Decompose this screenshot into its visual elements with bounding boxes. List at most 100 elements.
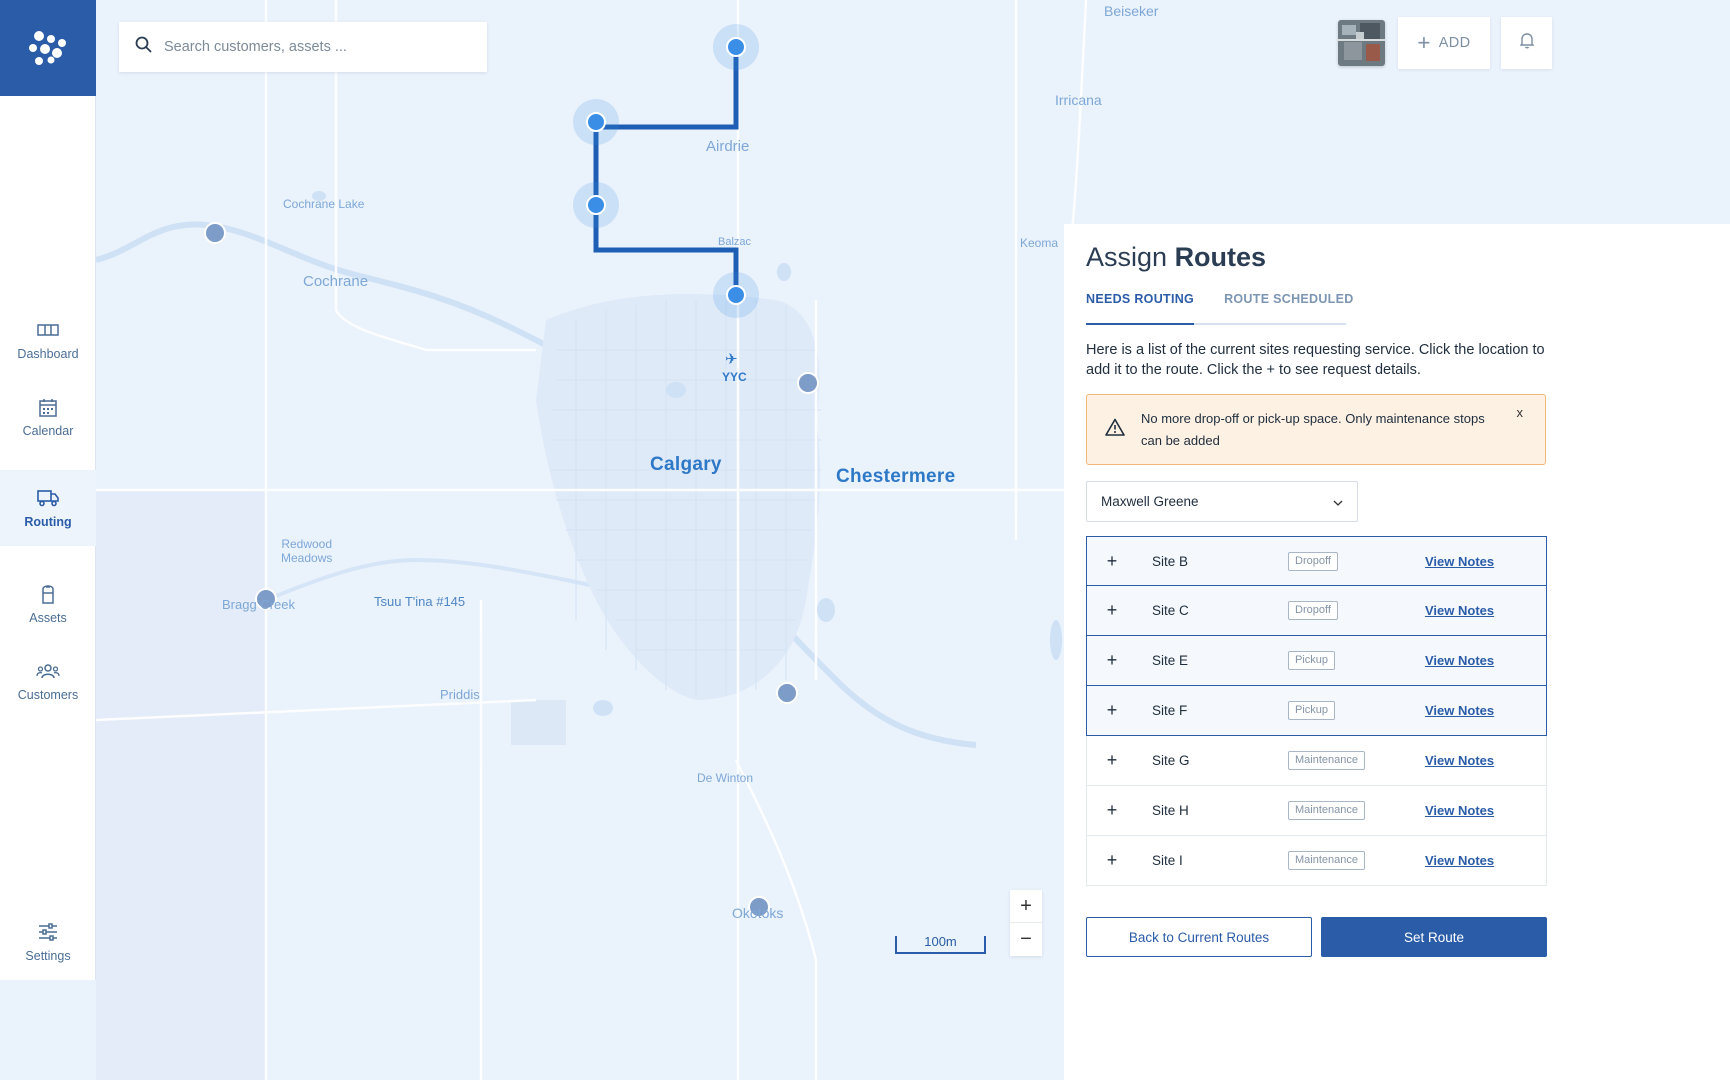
site-type-badge: Maintenance [1288, 751, 1365, 770]
sidebar-item-settings[interactable]: Settings [0, 904, 96, 980]
map-label: Redwood Meadows [281, 537, 333, 565]
sidebar-item-dashboard[interactable]: Dashboard [0, 302, 96, 378]
search-input[interactable] [164, 39, 464, 55]
logo-icon [29, 31, 66, 65]
customers-icon [36, 660, 60, 682]
site-name: Site H [1152, 803, 1189, 818]
view-notes-link[interactable]: View Notes [1425, 554, 1494, 569]
sidebar: Dashboard Calendar Routing Assets Custom… [0, 0, 96, 980]
sidebar-item-calendar[interactable]: Calendar [0, 379, 96, 455]
expand-plus-icon[interactable]: + [1105, 850, 1119, 871]
view-notes-link[interactable]: View Notes [1425, 703, 1494, 718]
driver-select-value: Maxwell Greene [1101, 494, 1199, 509]
map-label: Priddis [440, 687, 480, 702]
site-row[interactable]: + Site C Dropoff View Notes [1086, 586, 1547, 636]
driver-select[interactable]: Maxwell Greene [1086, 481, 1358, 522]
sidebar-item-assets[interactable]: Assets [0, 566, 96, 642]
expand-plus-icon[interactable]: + [1105, 750, 1119, 771]
notifications-button[interactable] [1501, 17, 1552, 69]
site-row[interactable]: + Site H Maintenance View Notes [1086, 786, 1547, 836]
site-type-badge: Pickup [1288, 651, 1336, 670]
search-icon [135, 36, 152, 58]
map-label: Balzac [718, 236, 752, 248]
bell-icon [1518, 32, 1535, 54]
back-to-current-routes-button[interactable]: Back to Current Routes [1086, 917, 1312, 957]
route-pin-3-dot[interactable] [586, 195, 606, 215]
site-row[interactable]: + Site G Maintenance View Notes [1086, 736, 1547, 786]
airport-icon: ✈ [725, 351, 738, 368]
map-style-thumbnail[interactable] [1338, 20, 1385, 66]
expand-plus-icon[interactable]: + [1105, 650, 1119, 671]
sidebar-item-label: Customers [17, 688, 79, 702]
map-label: Calgary [650, 454, 722, 475]
view-notes-link[interactable]: View Notes [1425, 653, 1494, 668]
expand-plus-icon[interactable]: + [1105, 551, 1119, 572]
site-row[interactable]: + Site B Dropoff View Notes [1086, 536, 1547, 586]
site-type-badge: Pickup [1288, 701, 1336, 720]
site-pin[interactable] [776, 682, 798, 704]
expand-plus-icon[interactable]: + [1105, 800, 1119, 821]
plus-icon: + [1417, 30, 1431, 55]
site-type-badge: Maintenance [1288, 801, 1365, 820]
map-label: Bragg Creek [222, 597, 295, 612]
site-pin[interactable] [797, 372, 819, 394]
route-pin-2-dot[interactable] [586, 112, 606, 132]
search-bar [119, 22, 487, 72]
map-label: Cochrane Lake [283, 197, 365, 211]
site-type-badge: Dropoff [1288, 601, 1338, 620]
map-label: Tsuu T'ina #145 [374, 594, 466, 609]
map-label: Cochrane [303, 273, 369, 290]
zoom-control: + − [1010, 890, 1042, 956]
panel-title-prefix: Assign [1086, 242, 1168, 272]
site-row[interactable]: + Site I Maintenance View Notes [1086, 836, 1547, 886]
route-pin-4-dot[interactable] [726, 285, 746, 305]
tab-route-scheduled[interactable]: ROUTE SCHEDULED [1224, 292, 1354, 323]
add-button-label: ADD [1438, 35, 1471, 51]
map-label: Chestermere [836, 466, 956, 487]
sidebar-item-label: Dashboard [17, 347, 79, 361]
site-row[interactable]: + Site E Pickup View Notes [1086, 636, 1547, 686]
site-type-badge: Maintenance [1288, 851, 1365, 870]
panel-title: Assign Routes [1086, 242, 1266, 273]
sidebar-item-label: Calendar [22, 424, 74, 438]
map-label: De Winton [697, 771, 754, 785]
calendar-icon [36, 396, 60, 418]
site-name: Site G [1152, 753, 1190, 768]
capacity-alert: No more drop-off or pick-up space. Only … [1086, 394, 1546, 465]
route-pin-1-dot[interactable] [726, 37, 746, 57]
panel-description: Here is a list of the current sites requ… [1086, 342, 1545, 378]
site-row[interactable]: + Site F Pickup View Notes [1086, 686, 1547, 736]
site-name: Site I [1152, 853, 1183, 868]
assign-routes-panel: Assign Routes NEEDS ROUTING ROUTE SCHEDU… [1064, 224, 1730, 1080]
map-label: Irricana [1055, 92, 1102, 108]
map-label: Keoma [1020, 236, 1059, 250]
view-notes-link[interactable]: View Notes [1425, 853, 1494, 868]
add-button[interactable]: + ADD [1398, 17, 1490, 69]
truck-icon [36, 487, 60, 509]
map-label: Beiseker [1104, 3, 1159, 19]
close-icon[interactable]: x [1517, 405, 1524, 420]
satellite-image [1338, 20, 1385, 66]
panel-title-strong: Routes [1174, 242, 1267, 272]
view-notes-link[interactable]: View Notes [1425, 803, 1494, 818]
expand-plus-icon[interactable]: + [1105, 600, 1119, 621]
zoom-out-button[interactable]: − [1010, 923, 1042, 956]
sidebar-item-routing[interactable]: Routing [0, 470, 96, 546]
app-logo[interactable] [0, 0, 96, 96]
map-label: Airdrie [706, 138, 750, 155]
site-pin[interactable] [204, 222, 226, 244]
assets-icon [36, 583, 60, 605]
view-notes-link[interactable]: View Notes [1425, 603, 1494, 618]
site-type-badge: Dropoff [1288, 551, 1338, 571]
site-name: Site F [1152, 703, 1188, 718]
chevron-down-icon [1333, 494, 1343, 509]
site-name: Site C [1152, 603, 1189, 618]
set-route-button[interactable]: Set Route [1321, 917, 1547, 957]
tab-needs-routing[interactable]: NEEDS ROUTING [1086, 292, 1195, 325]
expand-plus-icon[interactable]: + [1105, 700, 1119, 721]
warning-icon [1105, 418, 1125, 441]
view-notes-link[interactable]: View Notes [1425, 753, 1494, 768]
sidebar-item-customers[interactable]: Customers [0, 643, 96, 719]
zoom-in-button[interactable]: + [1010, 890, 1042, 923]
sidebar-item-label: Settings [25, 949, 71, 963]
